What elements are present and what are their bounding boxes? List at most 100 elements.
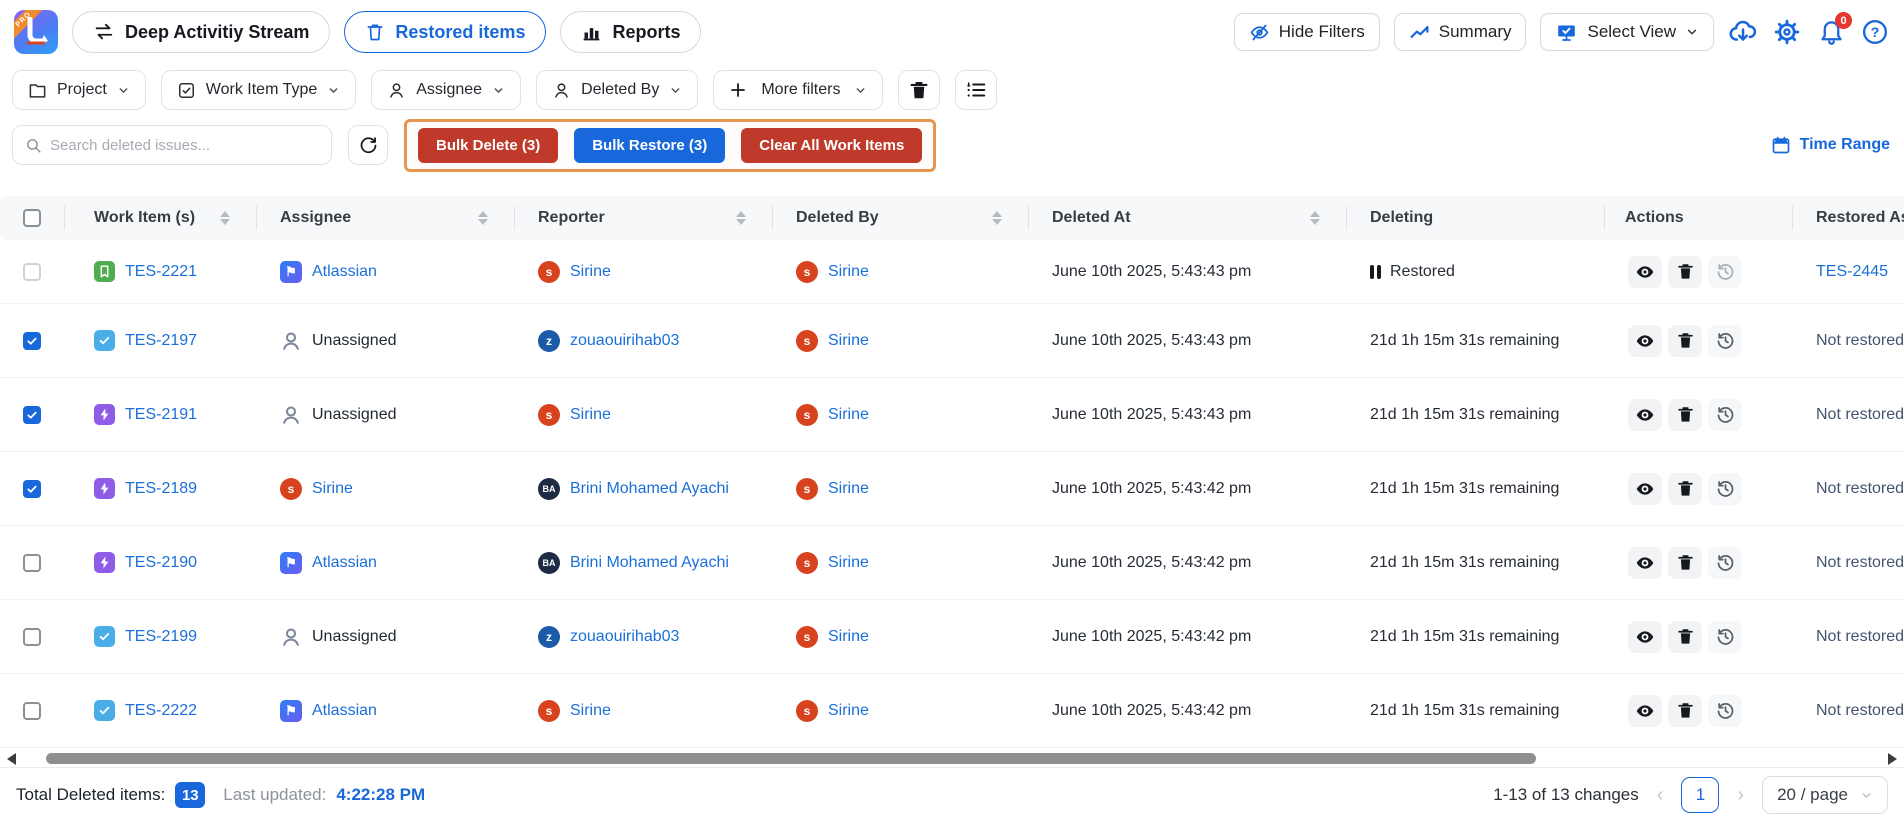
- user-link[interactable]: Atlassian: [312, 702, 377, 720]
- settings-button[interactable]: [1772, 17, 1802, 47]
- delete-item-button[interactable]: [1668, 473, 1702, 505]
- scrollbar-thumb[interactable]: [46, 753, 1536, 764]
- sort-icon[interactable]: [736, 211, 746, 225]
- user-link[interactable]: Sirine: [828, 702, 869, 720]
- hide-filters-button[interactable]: Hide Filters: [1234, 13, 1380, 51]
- delete-filter-button[interactable]: [898, 70, 940, 110]
- work-item-link[interactable]: TES-2189: [125, 480, 197, 498]
- eye-icon: [1635, 262, 1655, 282]
- column-header-reporter[interactable]: Reporter: [514, 196, 772, 240]
- view-item-button[interactable]: [1628, 621, 1662, 653]
- user-link[interactable]: Atlassian: [312, 263, 377, 281]
- column-header-deleted-at[interactable]: Deleted At: [1028, 196, 1346, 240]
- user-link[interactable]: Sirine: [570, 406, 611, 424]
- row-checkbox[interactable]: [23, 263, 41, 281]
- view-item-button[interactable]: [1628, 695, 1662, 727]
- user-link[interactable]: Sirine: [828, 554, 869, 572]
- user-link[interactable]: zouaouirihab03: [570, 628, 679, 646]
- notifications-button[interactable]: 0: [1816, 17, 1846, 47]
- work-item-link[interactable]: TES-2199: [125, 628, 197, 646]
- bulk-delete-button[interactable]: Bulk Delete (3): [418, 128, 558, 163]
- row-checkbox[interactable]: [23, 702, 41, 720]
- user-link[interactable]: Brini Mohamed Ayachi: [570, 480, 729, 498]
- reporter-cell: zzouaouirihab03: [514, 626, 772, 648]
- restored-as-link[interactable]: TES-2445: [1816, 263, 1888, 281]
- user-link[interactable]: Sirine: [570, 702, 611, 720]
- view-item-button[interactable]: [1628, 473, 1662, 505]
- filter-assignee[interactable]: Assignee: [371, 70, 521, 110]
- user-link[interactable]: Sirine: [828, 332, 869, 350]
- swap-arrows-icon: [93, 21, 115, 43]
- filter-project[interactable]: Project: [12, 70, 146, 110]
- actions-cell: [1604, 399, 1792, 431]
- row-checkbox[interactable]: [23, 480, 41, 498]
- user-link[interactable]: Atlassian: [312, 554, 377, 572]
- summary-button[interactable]: Summary: [1394, 13, 1527, 51]
- user-link[interactable]: Sirine: [828, 480, 869, 498]
- column-header-restored-as: Restored As: [1792, 196, 1904, 240]
- view-item-button[interactable]: [1628, 399, 1662, 431]
- column-header-work-item[interactable]: Work Item (s): [64, 196, 256, 240]
- select-view-button[interactable]: Select View: [1540, 13, 1714, 51]
- search-input[interactable]: [50, 137, 319, 154]
- user-link[interactable]: Sirine: [312, 480, 353, 498]
- delete-item-button[interactable]: [1668, 399, 1702, 431]
- work-item-link[interactable]: TES-2221: [125, 263, 197, 281]
- view-item-button[interactable]: [1628, 256, 1662, 288]
- sort-icon[interactable]: [992, 211, 1002, 225]
- column-header-assignee[interactable]: Assignee: [256, 196, 514, 240]
- bulk-restore-button[interactable]: Bulk Restore (3): [574, 128, 725, 163]
- work-item-link[interactable]: TES-2190: [125, 554, 197, 572]
- prev-page-button[interactable]: ‹: [1657, 784, 1664, 807]
- restore-item-button[interactable]: [1708, 325, 1742, 357]
- row-checkbox[interactable]: [23, 628, 41, 646]
- sort-icon[interactable]: [478, 211, 488, 225]
- restore-item-button[interactable]: [1708, 256, 1742, 288]
- sort-icon[interactable]: [220, 211, 230, 225]
- scroll-right-arrow[interactable]: [1888, 753, 1897, 765]
- page-size-select[interactable]: 20 / page: [1762, 776, 1888, 814]
- refresh-button[interactable]: [348, 125, 388, 165]
- select-all-checkbox[interactable]: [23, 209, 41, 227]
- column-header-deleted-by[interactable]: Deleted By: [772, 196, 1028, 240]
- delete-item-button[interactable]: [1668, 547, 1702, 579]
- filter-deleted-by[interactable]: Deleted By: [536, 70, 698, 110]
- current-page-button[interactable]: 1: [1681, 777, 1719, 813]
- filter-work-item-type[interactable]: Work Item Type: [161, 70, 356, 110]
- row-checkbox[interactable]: [23, 332, 41, 350]
- restore-item-button[interactable]: [1708, 473, 1742, 505]
- next-page-button[interactable]: ›: [1737, 784, 1744, 807]
- view-item-button[interactable]: [1628, 325, 1662, 357]
- restore-item-button[interactable]: [1708, 695, 1742, 727]
- help-button[interactable]: ?: [1860, 17, 1890, 47]
- row-checkbox[interactable]: [23, 554, 41, 572]
- scroll-left-arrow[interactable]: [7, 753, 16, 765]
- work-item-link[interactable]: TES-2222: [125, 702, 197, 720]
- user-link[interactable]: Sirine: [570, 263, 611, 281]
- delete-item-button[interactable]: [1668, 256, 1702, 288]
- user-link[interactable]: Sirine: [828, 628, 869, 646]
- delete-item-button[interactable]: [1668, 621, 1702, 653]
- restore-item-button[interactable]: [1708, 399, 1742, 431]
- delete-item-button[interactable]: [1668, 695, 1702, 727]
- clear-all-work-items-button[interactable]: Clear All Work Items: [741, 128, 922, 163]
- user-link[interactable]: zouaouirihab03: [570, 332, 679, 350]
- cloud-download-button[interactable]: [1728, 17, 1758, 47]
- user-link[interactable]: Sirine: [828, 263, 869, 281]
- nav-reports[interactable]: Reports: [560, 11, 701, 53]
- view-item-button[interactable]: [1628, 547, 1662, 579]
- work-item-link[interactable]: TES-2191: [125, 406, 197, 424]
- restore-item-button[interactable]: [1708, 621, 1742, 653]
- nav-restored-items[interactable]: Restored items: [344, 11, 546, 53]
- delete-item-button[interactable]: [1668, 325, 1702, 357]
- nav-deep-activity-stream[interactable]: Deep Activitiy Stream: [72, 11, 330, 53]
- user-link[interactable]: Sirine: [828, 406, 869, 424]
- restore-item-button[interactable]: [1708, 547, 1742, 579]
- sort-icon[interactable]: [1310, 211, 1320, 225]
- filter-more-filters[interactable]: More filters: [713, 70, 883, 110]
- time-range-link[interactable]: Time Range: [1771, 135, 1892, 155]
- list-view-button[interactable]: [955, 70, 997, 110]
- row-checkbox[interactable]: [23, 406, 41, 424]
- user-link[interactable]: Brini Mohamed Ayachi: [570, 554, 729, 572]
- work-item-link[interactable]: TES-2197: [125, 332, 197, 350]
